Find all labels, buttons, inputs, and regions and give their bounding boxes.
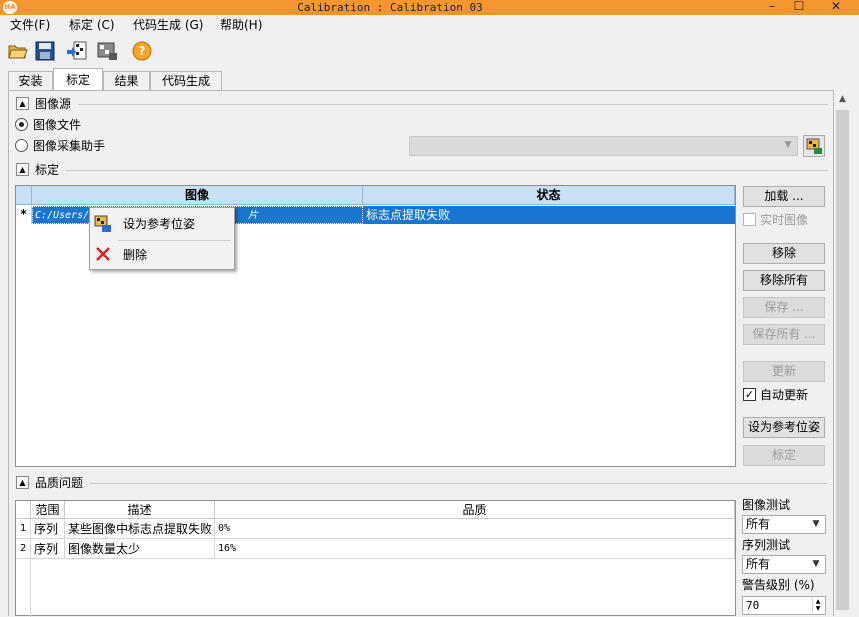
row-number: 1 bbox=[16, 519, 31, 539]
menu-separator bbox=[118, 240, 231, 241]
remove-button[interactable]: 移除 bbox=[743, 243, 825, 264]
maximize-button[interactable]: ☐ bbox=[785, 0, 813, 15]
acq-assistant-button[interactable] bbox=[803, 135, 825, 157]
row-header-corner bbox=[16, 186, 32, 205]
context-set-reference-pose[interactable]: 设为参考位姿 bbox=[123, 214, 195, 234]
menu-help[interactable]: 帮助(H) bbox=[220, 16, 262, 34]
close-button[interactable]: ✕ bbox=[818, 0, 854, 15]
calibrate-button[interactable]: 标定 bbox=[743, 445, 825, 466]
chevron-down-icon: ▼ bbox=[784, 140, 792, 150]
divider bbox=[66, 170, 828, 171]
quality-cell[interactable]: 0% bbox=[215, 519, 735, 539]
acq-assistant-select[interactable]: ▼ bbox=[409, 136, 798, 156]
image-file-label: 图像文件 bbox=[33, 118, 82, 132]
spinner-arrows-icon[interactable]: ▲ ▼ bbox=[812, 598, 823, 613]
save-all-button[interactable]: 保存所有 ... bbox=[743, 324, 825, 345]
tab-code-generation[interactable]: 代码生成 bbox=[150, 71, 222, 90]
menu-code-gen[interactable]: 代码生成 (G) bbox=[133, 16, 203, 34]
menu-bar bbox=[0, 15, 859, 35]
update-button[interactable]: 更新 bbox=[743, 361, 825, 382]
save-button[interactable]: 保存 ... bbox=[743, 297, 825, 318]
svg-text:?: ? bbox=[139, 44, 146, 58]
col-header-image[interactable]: 图像 bbox=[32, 186, 363, 205]
scope-cell[interactable]: 序列 bbox=[31, 519, 65, 539]
col-header-status[interactable]: 状态 bbox=[363, 186, 735, 205]
description-cell[interactable]: 某些图像中标志点提取失败 bbox=[65, 519, 215, 539]
context-delete[interactable]: 删除 bbox=[123, 245, 147, 265]
image-path-tail: 片_20230415115917.jpg bbox=[248, 210, 363, 239]
menu-calibrate[interactable]: 标定 (C) bbox=[69, 16, 115, 34]
row-header-strip bbox=[16, 559, 31, 617]
sequence-test-label: 序列测试 bbox=[742, 538, 791, 552]
window-title: Calibration : Calibration 03 bbox=[297, 1, 483, 14]
warning-level-label: 警告级别 (%) bbox=[742, 578, 815, 592]
help-icon[interactable]: ? bbox=[131, 40, 153, 62]
tab-install[interactable]: 安装 bbox=[8, 71, 53, 90]
set-reference-icon bbox=[94, 215, 112, 233]
col-header-description[interactable]: 描述 bbox=[65, 501, 215, 519]
acq-assistant-radio[interactable] bbox=[15, 139, 28, 152]
warning-level-value: 70 bbox=[746, 599, 760, 612]
scrollbar-thumb[interactable] bbox=[836, 110, 849, 610]
divider bbox=[78, 104, 828, 105]
scroll-up-icon[interactable]: ▲ bbox=[836, 94, 849, 104]
chevron-down-icon: ▼ bbox=[812, 519, 820, 529]
row-number: 2 bbox=[16, 539, 31, 559]
live-image-checkbox[interactable] bbox=[743, 213, 756, 226]
auto-update-label: 自动更新 bbox=[760, 388, 809, 402]
sequence-test-select[interactable]: 所有 ▼ bbox=[742, 555, 826, 574]
minimize-button[interactable]: – bbox=[757, 0, 787, 15]
image-path-cell: C:/Users/ bbox=[35, 210, 90, 221]
live-image-label: 实时图像 bbox=[760, 213, 809, 227]
collapse-calibration-button[interactable]: ▲ bbox=[16, 163, 29, 176]
tab-calibration[interactable]: 标定 bbox=[53, 68, 103, 91]
vertical-scrollbar[interactable]: ▲ bbox=[834, 90, 851, 616]
auto-update-checkbox[interactable]: ✓ bbox=[743, 388, 756, 401]
image-test-label: 图像测试 bbox=[742, 498, 791, 512]
row-header-corner bbox=[16, 501, 31, 519]
acq-assistant-label: 图像采集助手 bbox=[33, 139, 106, 153]
quality-label: 品质问题 bbox=[35, 476, 84, 490]
menu-file[interactable]: 文件(F) bbox=[10, 16, 50, 34]
image-source-label: 图像源 bbox=[35, 97, 72, 111]
toolbar bbox=[0, 36, 859, 66]
row-marker: * bbox=[16, 205, 32, 224]
col-header-scope[interactable]: 范围 bbox=[31, 501, 65, 519]
quality-cell[interactable]: 16% bbox=[215, 539, 735, 559]
divider bbox=[90, 483, 828, 484]
load-calibration-icon[interactable] bbox=[66, 40, 88, 62]
chevron-down-icon: ▼ bbox=[812, 559, 820, 569]
image-file-radio[interactable] bbox=[15, 118, 28, 131]
load-button[interactable]: 加载 ... bbox=[743, 186, 825, 207]
remove-all-button[interactable]: 移除所有 bbox=[743, 270, 825, 291]
col-header-quality[interactable]: 品质 bbox=[215, 501, 735, 519]
delete-icon bbox=[95, 246, 111, 262]
collapse-quality-button[interactable]: ▲ bbox=[16, 476, 29, 489]
calibration-label: 标定 bbox=[35, 163, 60, 177]
context-menu: 设为参考位姿 删除 bbox=[89, 207, 235, 270]
set-reference-pose-button[interactable]: 设为参考位姿 bbox=[743, 417, 825, 438]
tab-results[interactable]: 结果 bbox=[103, 71, 150, 90]
sequence-test-value: 所有 bbox=[746, 557, 771, 571]
description-cell[interactable]: 图像数量太少 bbox=[65, 539, 215, 559]
warning-level-spinner[interactable]: 70 ▲ ▼ bbox=[742, 596, 826, 615]
camera-grid-icon[interactable] bbox=[97, 40, 119, 62]
image-test-value: 所有 bbox=[746, 517, 771, 531]
image-test-select[interactable]: 所有 ▼ bbox=[742, 515, 826, 534]
status-cell[interactable]: 标志点提取失败 bbox=[363, 206, 735, 224]
open-folder-icon[interactable] bbox=[7, 40, 29, 62]
scope-cell[interactable]: 序列 bbox=[31, 539, 65, 559]
quality-table[interactable]: 范围 描述 品质 1 序列 某些图像中标志点提取失败 0% 2 序列 图像数量太… bbox=[15, 500, 736, 617]
save-icon[interactable] bbox=[34, 40, 56, 62]
collapse-image-source-button[interactable]: ▲ bbox=[16, 97, 29, 110]
